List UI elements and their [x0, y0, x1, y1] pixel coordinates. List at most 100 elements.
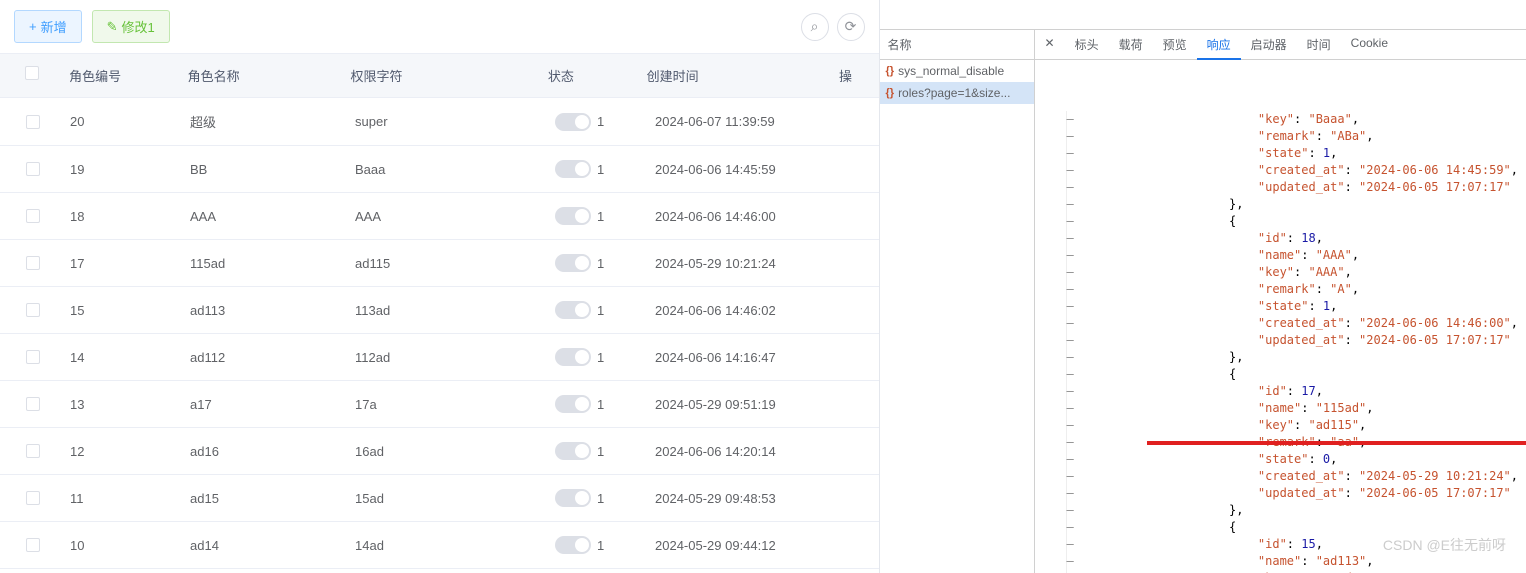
- row-checkbox[interactable]: [26, 303, 40, 317]
- devtools-toolbar: [880, 0, 1526, 30]
- state-switch[interactable]: [555, 442, 591, 460]
- tab-payload[interactable]: 载荷: [1109, 30, 1153, 59]
- cell-id: 14: [65, 350, 190, 365]
- cell-perm: 14ad: [355, 538, 555, 553]
- row-checkbox[interactable]: [26, 491, 40, 505]
- cell-name: ad113: [190, 303, 355, 318]
- table-row[interactable]: 20超级super12024-06-07 11:39:59: [0, 98, 879, 146]
- table-row[interactable]: 10ad1414ad12024-05-29 09:44:12: [0, 522, 879, 569]
- state-switch[interactable]: [555, 395, 591, 413]
- table-row[interactable]: 18AAAAAA12024-06-06 14:46:00: [0, 193, 879, 240]
- state-switch[interactable]: [555, 160, 591, 178]
- edit-icon: ✎: [107, 19, 118, 35]
- json-line: – "key": "Baaa",: [1043, 111, 1519, 128]
- json-icon: {}: [886, 65, 895, 77]
- json-line: – {: [1043, 366, 1519, 383]
- tab-headers[interactable]: 标头: [1065, 30, 1109, 59]
- cell-id: 17: [65, 256, 190, 271]
- cell-created: 2024-06-06 14:45:59: [655, 162, 850, 177]
- row-checkbox[interactable]: [26, 115, 40, 129]
- table-row[interactable]: 14ad112112ad12024-06-06 14:16:47: [0, 334, 879, 381]
- json-line: – "name": "115ad",: [1043, 400, 1519, 417]
- refresh-button[interactable]: ⟳: [837, 13, 865, 41]
- table-row[interactable]: 19BBBaaa12024-06-06 14:45:59: [0, 146, 879, 193]
- col-state-header: 状态: [548, 66, 647, 85]
- refresh-icon: ⟳: [845, 18, 857, 35]
- close-button[interactable]: ✕: [1035, 30, 1065, 59]
- json-line: – "updated_at": "2024-06-05 17:07:17": [1043, 485, 1519, 502]
- cell-perm: 16ad: [355, 444, 555, 459]
- cell-perm: super: [355, 114, 555, 129]
- json-line: – "name": "ad113",: [1043, 553, 1519, 570]
- state-switch[interactable]: [555, 301, 591, 319]
- cell-id: 12: [65, 444, 190, 459]
- cell-id: 15: [65, 303, 190, 318]
- edit-button[interactable]: ✎ 修改1: [92, 10, 170, 43]
- json-line: – "state": 1,: [1043, 145, 1519, 162]
- roles-table: 角色编号 角色名称 权限字符 状态 创建时间 操 20超级super12024-…: [0, 53, 879, 569]
- cell-created: 2024-05-29 09:48:53: [655, 491, 850, 506]
- select-all-checkbox[interactable]: [25, 66, 39, 80]
- json-line: – "id": 18,: [1043, 230, 1519, 247]
- tab-preview[interactable]: 预览: [1153, 30, 1197, 59]
- cell-name: ad15: [190, 491, 355, 506]
- table-row[interactable]: 12ad1616ad12024-06-06 14:20:14: [0, 428, 879, 475]
- row-checkbox[interactable]: [26, 350, 40, 364]
- row-checkbox[interactable]: [26, 209, 40, 223]
- state-switch[interactable]: [555, 254, 591, 272]
- row-checkbox[interactable]: [26, 162, 40, 176]
- cell-perm: ad115: [355, 256, 555, 271]
- table-body: 20超级super12024-06-07 11:39:5919BBBaaa120…: [0, 98, 879, 569]
- json-line: – {: [1043, 213, 1519, 230]
- cell-created: 2024-06-06 14:20:14: [655, 444, 850, 459]
- tab-initiator[interactable]: 启动器: [1241, 30, 1297, 59]
- cell-id: 18: [65, 209, 190, 224]
- cell-perm: Baaa: [355, 162, 555, 177]
- state-switch[interactable]: [555, 207, 591, 225]
- table-row[interactable]: 15ad113113ad12024-06-06 14:46:02: [0, 287, 879, 334]
- cell-name: a17: [190, 397, 355, 412]
- row-checkbox[interactable]: [26, 397, 40, 411]
- row-checkbox[interactable]: [26, 256, 40, 270]
- json-line: – "state": 0,: [1043, 451, 1519, 468]
- search-icon: ⌕: [811, 18, 819, 35]
- cell-created: 2024-06-07 11:39:59: [655, 114, 850, 129]
- row-checkbox[interactable]: [26, 538, 40, 552]
- cell-id: 13: [65, 397, 190, 412]
- search-button[interactable]: ⌕: [801, 13, 829, 41]
- tab-cookies[interactable]: Cookie: [1341, 30, 1398, 59]
- table-row[interactable]: 11ad1515ad12024-05-29 09:48:53: [0, 475, 879, 522]
- json-line: – },: [1043, 349, 1519, 366]
- table-row[interactable]: 17115adad11512024-05-29 10:21:24: [0, 240, 879, 287]
- tab-response[interactable]: 响应: [1197, 30, 1241, 60]
- request-item[interactable]: {}sys_normal_disable: [880, 60, 1034, 82]
- state-switch[interactable]: [555, 536, 591, 554]
- state-label: 1: [597, 491, 604, 506]
- add-label: 新增: [41, 17, 67, 36]
- json-line: – "key": "ad115",: [1043, 417, 1519, 434]
- cell-name: ad14: [190, 538, 355, 553]
- table-row[interactable]: 13a1717a12024-05-29 09:51:19: [0, 381, 879, 428]
- state-label: 1: [597, 397, 604, 412]
- cell-name: 超级: [190, 112, 355, 131]
- state-switch[interactable]: [555, 348, 591, 366]
- state-label: 1: [597, 256, 604, 271]
- json-line: – "state": 1,: [1043, 298, 1519, 315]
- response-json[interactable]: – "key": "Baaa",– "remark": "ABa",– "sta…: [1035, 60, 1526, 573]
- json-line: – "remark": "ABa",: [1043, 128, 1519, 145]
- request-item[interactable]: {}roles?page=1&size...: [880, 82, 1034, 104]
- cell-perm: 113ad: [355, 303, 555, 318]
- cell-perm: 15ad: [355, 491, 555, 506]
- row-checkbox[interactable]: [26, 444, 40, 458]
- state-label: 1: [597, 114, 604, 129]
- json-line: – "created_at": "2024-06-06 14:45:59",: [1043, 162, 1519, 179]
- close-icon: ✕: [1045, 36, 1055, 50]
- cell-name: ad16: [190, 444, 355, 459]
- watermark: CSDN @E往无前呀: [1383, 535, 1506, 555]
- tab-timing[interactable]: 时间: [1297, 30, 1341, 59]
- add-button[interactable]: + 新增: [14, 10, 82, 43]
- state-switch[interactable]: [555, 489, 591, 507]
- json-line: – {: [1043, 519, 1519, 536]
- request-label: roles?page=1&size...: [898, 86, 1010, 100]
- state-switch[interactable]: [555, 113, 591, 131]
